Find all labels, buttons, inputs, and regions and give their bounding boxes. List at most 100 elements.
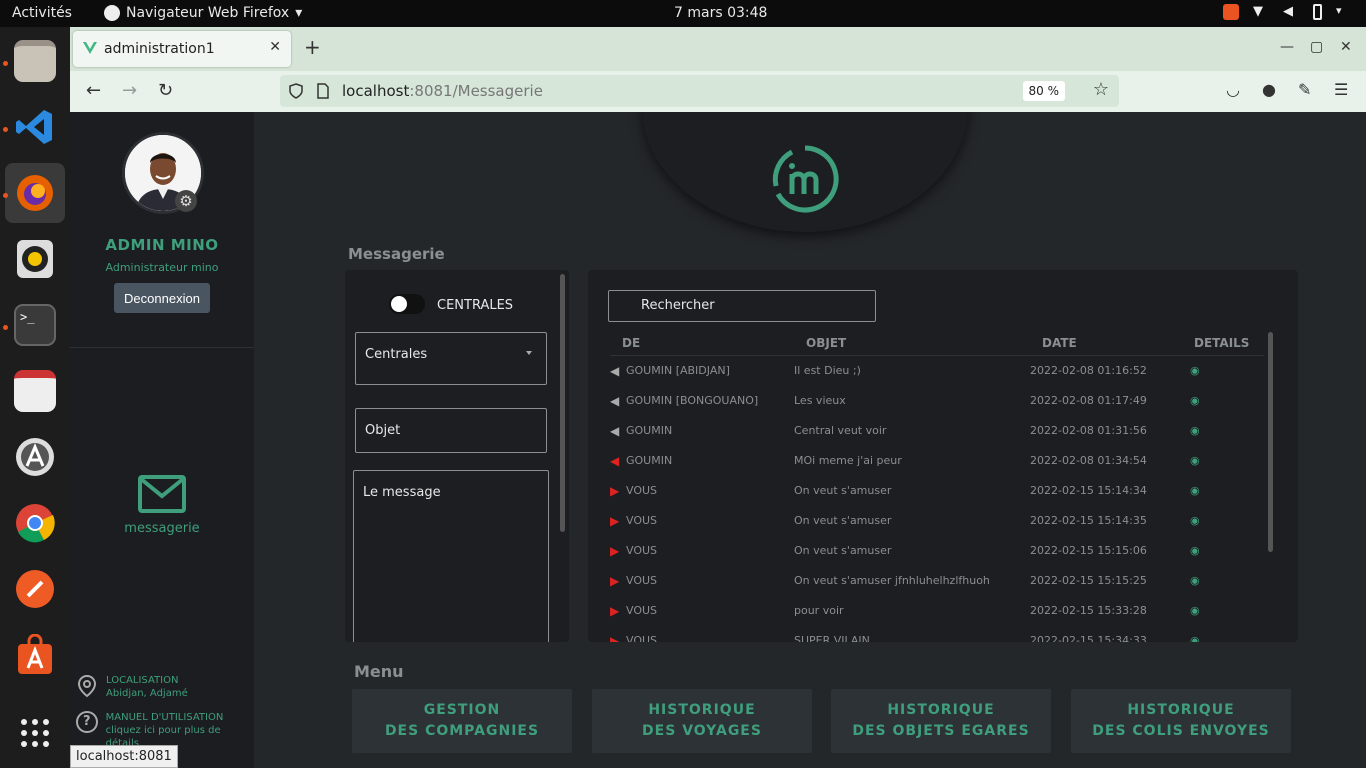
eye-icon[interactable]: ◉ — [1190, 544, 1200, 557]
reload-icon[interactable]: ↻ — [158, 81, 173, 101]
eye-icon[interactable]: ◉ — [1190, 514, 1200, 527]
tab-administration1[interactable]: administration1 ✕ — [73, 31, 291, 67]
hamburger-menu-icon[interactable]: ☰ — [1334, 80, 1348, 99]
eye-icon[interactable]: ◉ — [1190, 424, 1200, 437]
outgoing-arrow-icon: ▶ — [610, 514, 620, 528]
maximize-icon[interactable]: ▢ — [1310, 39, 1323, 55]
cell-object: MOi meme j'ai peur — [794, 454, 902, 467]
outgoing-arrow-icon: ▶ — [610, 484, 620, 498]
pocket-icon[interactable]: ◡ — [1226, 80, 1240, 99]
cell-object: pour voir — [794, 604, 844, 617]
chrome-dock-item[interactable] — [5, 493, 65, 553]
cell-date: 2022-02-15 15:15:06 — [1030, 544, 1147, 557]
navigation-bar: ← → ↻ localhost:8081/Messagerie 80 % ☆ ◡… — [70, 71, 1366, 112]
power-menu-icon[interactable]: ▾ — [1336, 4, 1352, 20]
search-input[interactable]: Rechercher — [608, 290, 876, 322]
outgoing-arrow-icon: ▶ — [610, 634, 620, 642]
object-field[interactable]: Objet — [355, 408, 547, 453]
historique-colis-envoyes-button[interactable]: HISTORIQUE DES COLIS ENVOYES — [1071, 689, 1291, 753]
button-line1: HISTORIQUE — [887, 702, 995, 718]
postman-dock-item[interactable] — [5, 559, 65, 619]
message-textarea[interactable]: Le message — [353, 470, 549, 642]
terminal-dock-item[interactable]: >_ — [3, 295, 65, 355]
close-window-icon[interactable]: ✕ — [1340, 39, 1352, 55]
close-tab-icon[interactable]: ✕ — [269, 39, 281, 55]
compose-scrollbar[interactable] — [560, 274, 565, 532]
cell-object: Les vieux — [794, 394, 846, 407]
table-row[interactable]: ◀ GOUMIN [ABIDJAN] Il est Dieu ;) 2022-02-0… — [610, 356, 1264, 386]
activities-button[interactable]: Activités — [12, 5, 72, 21]
table-row[interactable]: ▶ VOUS On veut s'amuser jfnhluhelhzlfhuoh 2… — [610, 566, 1264, 596]
eye-icon[interactable]: ◉ — [1190, 484, 1200, 497]
wifi-icon[interactable]: ▼ — [1253, 4, 1269, 20]
table-row[interactable]: ▶ VOUS pour voir 2022-02-15 15:33:28 ◉ — [610, 596, 1264, 626]
bookmark-star-icon[interactable]: ☆ — [1093, 79, 1109, 100]
software-updater-dock-item[interactable] — [5, 427, 65, 487]
shield-outline-icon[interactable] — [288, 83, 304, 99]
eye-icon[interactable]: ◉ — [1190, 604, 1200, 617]
document-viewer-dock-item[interactable] — [5, 361, 65, 421]
account-icon[interactable]: ● — [1262, 80, 1276, 99]
logout-button[interactable]: Deconnexion — [114, 283, 210, 313]
url-bar[interactable]: localhost:8081/Messagerie 80 % ☆ — [280, 75, 1119, 107]
vscode-dock-item[interactable] — [3, 97, 65, 157]
app-menu[interactable]: Navigateur Web Firefox ▾ — [104, 5, 302, 21]
sidebar-item-messagerie[interactable]: messagerie — [70, 521, 254, 536]
chevron-down-icon: ▾ — [295, 5, 303, 21]
new-tab-button[interactable]: + — [304, 37, 321, 57]
cell-object: Il est Dieu ;) — [794, 364, 861, 377]
outgoing-arrow-icon: ▶ — [610, 604, 620, 618]
battery-icon[interactable] — [1313, 4, 1322, 20]
button-line1: GESTION — [423, 702, 501, 718]
table-row[interactable]: ▶ VOUS On veut s'amuser 2022-02-15 15:14:35… — [610, 506, 1264, 536]
centrales-toggle[interactable] — [389, 294, 425, 314]
show-apps-button[interactable] — [5, 703, 65, 763]
localisation-label: LOCALISATION — [106, 675, 179, 686]
table-row[interactable]: ▶ VOUS On veut s'amuser 2022-02-15 15:14:34… — [610, 476, 1264, 506]
historique-voyages-button[interactable]: HISTORIQUE DES VOYAGES — [592, 689, 812, 753]
volume-icon[interactable]: ◀ — [1283, 4, 1299, 20]
page-icon[interactable] — [316, 83, 330, 99]
shopping-bag-icon — [18, 634, 52, 674]
object-placeholder: Objet — [365, 423, 401, 438]
location-pin-icon — [77, 674, 97, 698]
firefox-icon — [17, 175, 53, 211]
gestion-compagnies-button[interactable]: GESTION DES COMPAGNIES — [352, 689, 572, 753]
cell-from: GOUMIN [BONGOUANO] — [626, 394, 759, 407]
eye-icon[interactable]: ◉ — [1190, 634, 1200, 642]
centrales-select[interactable]: Centrales — [355, 332, 547, 385]
table-row[interactable]: ▶ VOUS On veut s'amuser 2022-02-15 15:15:06… — [610, 536, 1264, 566]
envelope-icon[interactable] — [137, 474, 187, 514]
eye-icon[interactable]: ◉ — [1190, 454, 1200, 467]
system-tray[interactable]: ▼ ◀ ▾ — [1223, 4, 1352, 20]
clock[interactable]: 7 mars 03:48 — [674, 5, 767, 21]
settings-gear-icon[interactable]: ⚙ — [175, 190, 197, 212]
table-row[interactable]: ◀ GOUMIN [BONGOUANO] Les vieux 2022-02-08 0… — [610, 386, 1264, 416]
table-row[interactable]: ◀ GOUMIN MOi meme j'ai peur 2022-02-08 01:3… — [610, 446, 1264, 476]
table-row[interactable]: ◀ GOUMIN Central veut voir 2022-02-08 01:31… — [610, 416, 1264, 446]
zoom-indicator[interactable]: 80 % — [1022, 81, 1065, 101]
messages-panel: Rechercher DE OBJET DATE DETAILS ◀ GOUMIN… — [588, 270, 1298, 642]
cell-from: VOUS — [626, 544, 658, 557]
firefox-dock-item[interactable] — [3, 163, 65, 223]
forward-icon[interactable]: → — [122, 81, 137, 101]
postman-icon — [16, 570, 54, 608]
column-header-de: DE — [622, 336, 641, 350]
eye-icon[interactable]: ◉ — [1190, 364, 1200, 377]
eye-icon[interactable]: ◉ — [1190, 394, 1200, 407]
rhythmbox-dock-item[interactable] — [5, 229, 65, 289]
running-indicator — [3, 127, 8, 132]
software-center-dock-item[interactable] — [5, 625, 65, 685]
incoming-arrow-icon: ◀ — [610, 424, 620, 438]
back-icon[interactable]: ← — [86, 81, 101, 101]
shield-icon[interactable] — [1223, 4, 1239, 20]
extension-icon[interactable]: ✎ — [1298, 80, 1311, 99]
messages-scrollbar[interactable] — [1268, 332, 1273, 552]
minimize-icon[interactable]: — — [1280, 39, 1294, 55]
toggle-knob — [391, 296, 407, 312]
url-text[interactable]: localhost:8081/Messagerie — [342, 82, 543, 100]
historique-objets-egares-button[interactable]: HISTORIQUE DES OBJETS EGARES — [831, 689, 1051, 753]
files-dock-item[interactable] — [3, 31, 65, 91]
table-row[interactable]: ▶ VOUS SUPER VILAIN 2022-02-15 15:34:33 ◉ — [610, 626, 1264, 642]
eye-icon[interactable]: ◉ — [1190, 574, 1200, 587]
